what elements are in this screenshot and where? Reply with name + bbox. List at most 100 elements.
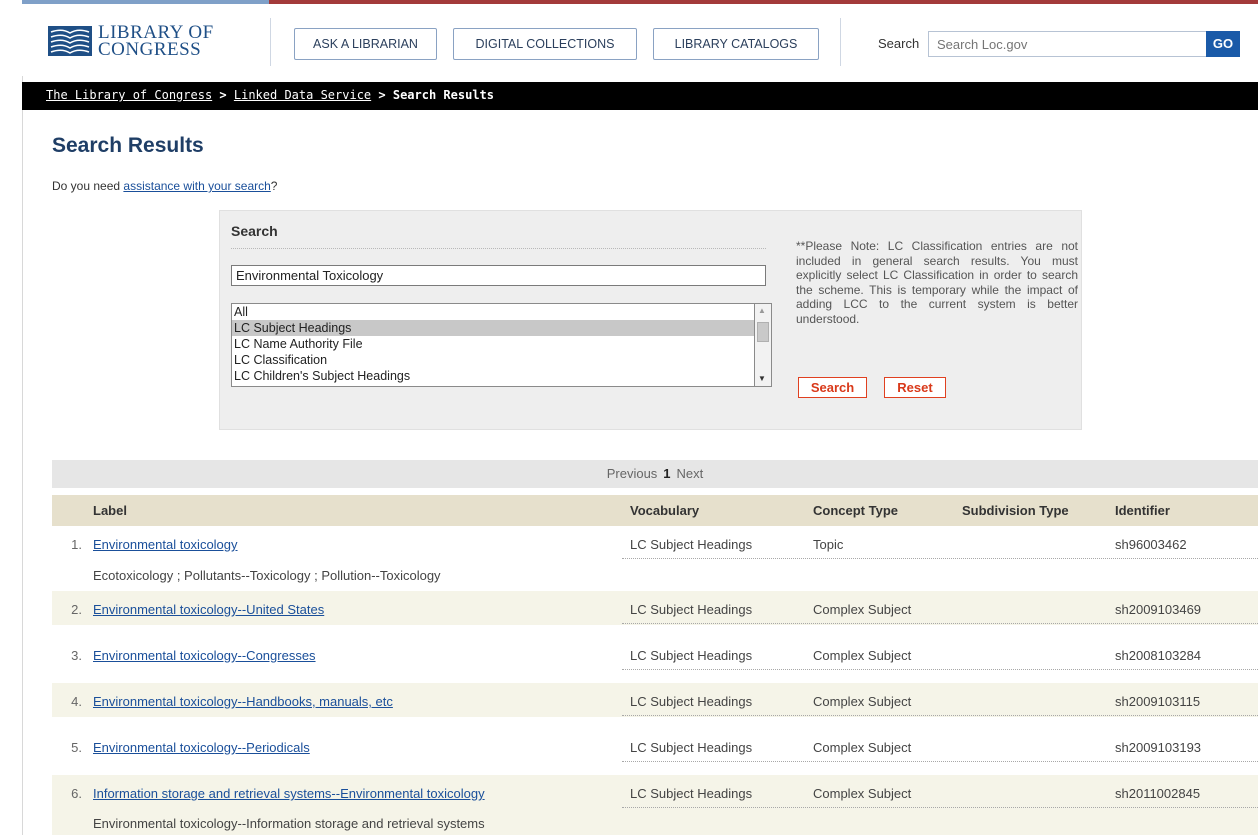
breadcrumb-separator: > [219,88,227,102]
panel-divider [231,248,766,249]
row-divider [622,761,1258,762]
scroll-up-arrow-icon[interactable]: ▲ [758,306,766,315]
column-header-identifier: Identifier [1115,503,1170,518]
assistance-prefix: Do you need [52,179,124,193]
library-catalogs-button[interactable]: LIBRARY CATALOGS [653,28,819,60]
row-number: 4. [71,694,82,709]
ask-librarian-button[interactable]: ASK A LIBRARIAN [294,28,437,60]
row-identifier: sh2009103469 [1115,602,1202,617]
digital-collections-button[interactable]: DIGITAL COLLECTIONS [453,28,637,60]
row-concept-type: Complex Subject [813,740,912,755]
row-divider [622,715,1258,716]
row-vocabulary: LC Subject Headings [630,694,753,709]
search-panel: Search All LC Subject Headings LC Name A… [219,210,1082,430]
row-label: Information storage and retrieval system… [93,786,485,801]
vocab-option-all[interactable]: All [232,304,754,320]
vocab-option-lc-name-authority-file[interactable]: LC Name Authority File [232,336,754,352]
row-divider [622,623,1258,624]
current-page: 1 [663,466,671,481]
breadcrumb-linked-data-link[interactable]: Linked Data Service [234,88,371,102]
result-link[interactable]: Environmental toxicology--Congresses [93,648,316,663]
row-number: 2. [71,602,82,617]
row-alt-labels: Environmental toxicology--Information st… [93,816,485,831]
site-search-input[interactable] [928,31,1206,57]
table-row: 1. Environmental toxicology LC Subject H… [52,526,1258,589]
vocab-option-lc-classification[interactable]: LC Classification [232,352,754,368]
result-link[interactable]: Environmental toxicology [93,537,238,552]
reset-button[interactable]: Reset [884,377,946,398]
row-identifier: sh2009103193 [1115,740,1202,755]
header-divider [840,18,841,66]
row-vocabulary: LC Subject Headings [630,602,753,617]
logo-wordmark: LIBRARY OF CONGRESS [98,23,214,60]
column-header-concept-type: Concept Type [813,503,898,518]
row-identifier: sh2009103115 [1115,694,1201,709]
row-number: 1. [71,537,82,552]
breadcrumb-home-link[interactable]: The Library of Congress [46,88,212,102]
row-concept-type: Complex Subject [813,786,912,801]
vocabulary-scrollbar[interactable]: ▲ ▼ [754,303,772,387]
row-concept-type: Complex Subject [813,602,912,617]
row-vocabulary: LC Subject Headings [630,740,753,755]
row-label: Environmental toxicology--Handbooks, man… [93,694,393,709]
row-identifier: sh96003462 [1115,537,1187,552]
result-link[interactable]: Environmental toxicology--Handbooks, man… [93,694,393,709]
previous-page[interactable]: Previous [607,466,658,481]
vocab-option-lc-subject-headings[interactable]: LC Subject Headings [232,320,754,336]
row-vocabulary: LC Subject Headings [630,786,753,801]
row-identifier: sh2008103284 [1115,648,1202,663]
assistance-link[interactable]: assistance with your search [123,179,270,193]
row-number: 6. [71,786,82,801]
row-number: 5. [71,740,82,755]
next-page[interactable]: Next [677,466,704,481]
row-identifier: sh2011002845 [1115,786,1201,801]
row-label: Environmental toxicology--Periodicals [93,740,310,755]
vocab-option-lc-childrens-subject-headings[interactable]: LC Children's Subject Headings [232,368,754,384]
row-divider [622,807,1258,808]
table-row: 4. Environmental toxicology--Handbooks, … [52,683,1258,717]
scroll-thumb[interactable] [757,322,769,342]
row-divider [622,669,1258,670]
site-search-label: Search [878,36,920,51]
scroll-down-arrow-icon[interactable]: ▼ [758,374,766,383]
column-header-subdivision-type: Subdivision Type [962,503,1069,518]
pagination: Previous 1 Next [52,460,1258,488]
result-link[interactable]: Environmental toxicology--Periodicals [93,740,310,755]
row-concept-type: Topic [813,537,844,552]
column-header-label: Label [93,503,127,518]
row-label: Environmental toxicology [93,537,238,552]
result-link[interactable]: Information storage and retrieval system… [93,786,485,801]
row-number: 3. [71,648,82,663]
search-button[interactable]: Search [798,377,867,398]
assistance-suffix: ? [270,179,278,193]
row-vocabulary: LC Subject Headings [630,537,753,552]
assistance-text: Do you need assistance with your search? [52,179,277,193]
breadcrumb: The Library of Congress > Linked Data Se… [22,82,1258,110]
row-concept-type: Complex Subject [813,648,912,663]
column-header-vocabulary: Vocabulary [630,503,700,518]
result-link[interactable]: Environmental toxicology--United States [93,602,324,617]
breadcrumb-current: Search Results [392,88,495,102]
logo-line-2: CONGRESS [98,39,202,60]
header-divider [270,18,271,66]
row-divider [622,558,1258,559]
vocabulary-listbox[interactable]: All LC Subject Headings LC Name Authorit… [231,303,754,387]
breadcrumb-separator: > [378,88,386,102]
table-row: 2. Environmental toxicology--United Stat… [52,591,1258,625]
row-label: Environmental toxicology--United States [93,602,324,617]
row-vocabulary: LC Subject Headings [630,648,753,663]
table-row: 6. Information storage and retrieval sys… [52,775,1258,835]
loc-logo[interactable]: LIBRARY OF CONGRESS [48,23,214,60]
page-title: Search Results [52,134,204,157]
site-header: LIBRARY OF CONGRESS ASK A LIBRARIAN DIGI… [22,4,1258,76]
go-button[interactable]: GO [1206,31,1240,57]
table-row: 3. Environmental toxicology--Congresses … [52,637,1258,671]
search-panel-title: Search [231,223,278,239]
row-alt-labels: Ecotoxicology ; Pollutants--Toxicology ;… [93,568,441,583]
search-term-input[interactable] [231,265,766,286]
table-row: 5. Environmental toxicology--Periodicals… [52,729,1258,763]
classification-note: **Please Note: LC Classification entries… [796,239,1078,326]
page-left-rule [22,0,23,835]
row-label: Environmental toxicology--Congresses [93,648,316,663]
results-header-row: Label Vocabulary Concept Type Subdivisio… [52,495,1258,526]
